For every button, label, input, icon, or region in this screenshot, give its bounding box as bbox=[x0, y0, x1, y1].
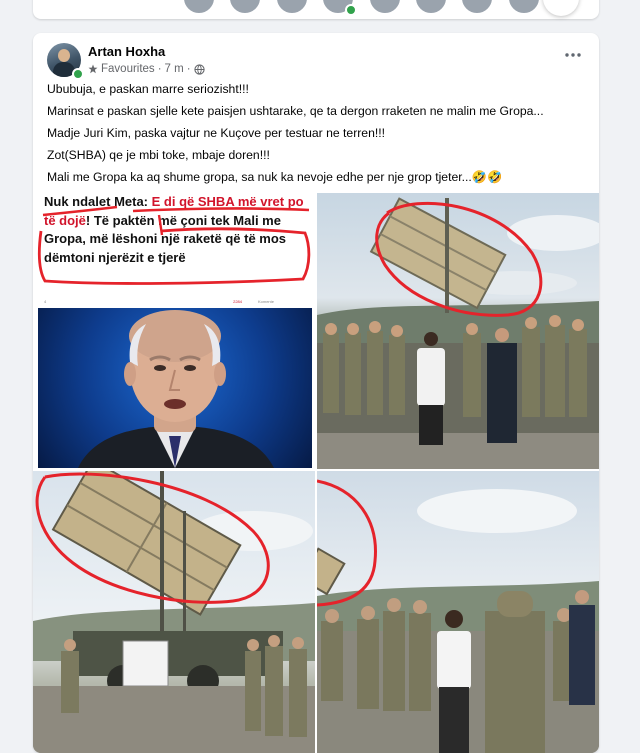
post-body: Ububuja, e paskan marre seriozisht!!! Ma… bbox=[47, 81, 587, 191]
globe-icon bbox=[193, 63, 205, 75]
photo-illustration bbox=[33, 471, 315, 753]
post-time[interactable]: 7 m bbox=[165, 63, 184, 75]
post-paragraph: Madje Juri Kim, paska vajtur ne Kuçove p… bbox=[47, 126, 386, 140]
meta-separator: · bbox=[157, 63, 162, 75]
story-avatar[interactable] bbox=[229, 0, 261, 14]
photo-illustration bbox=[317, 197, 599, 469]
online-indicator bbox=[345, 4, 357, 16]
red-annotation-stroke bbox=[37, 205, 311, 285]
story-avatar[interactable] bbox=[461, 0, 493, 14]
story-avatar[interactable] bbox=[369, 0, 401, 14]
post-paragraph: Mali me Gropa ka aq shume gropa, sa nuk … bbox=[47, 170, 503, 184]
delegation-walking-photo[interactable] bbox=[317, 471, 599, 753]
post-meta: Favourites · 7 m · bbox=[88, 62, 205, 76]
meta-separator: · bbox=[186, 63, 191, 75]
story-avatar[interactable] bbox=[415, 0, 447, 14]
post-author[interactable]: Artan Hoxha bbox=[88, 44, 165, 59]
story-avatar[interactable] bbox=[276, 0, 308, 14]
article-comments: Komente bbox=[257, 299, 274, 304]
stories-next-button[interactable] bbox=[543, 0, 579, 16]
online-indicator bbox=[72, 68, 84, 80]
photo-illustration bbox=[317, 479, 599, 753]
story-avatar[interactable] bbox=[183, 0, 215, 14]
portrait-photo bbox=[38, 308, 312, 468]
article-screenshot-image[interactable]: Nuk ndalet Meta: E di që SHBA më vret po… bbox=[33, 193, 315, 469]
military-group-photo[interactable] bbox=[317, 193, 599, 469]
more-horizontal-icon[interactable] bbox=[561, 47, 585, 63]
story-avatar[interactable] bbox=[508, 0, 540, 14]
launcher-photo[interactable] bbox=[33, 471, 315, 753]
post-paragraph: Marinsat e paskan sjelle kete paisjen us… bbox=[47, 104, 544, 118]
star-icon bbox=[88, 64, 98, 74]
stories-strip bbox=[33, 0, 599, 19]
post-paragraph: Ububuja, e paskan marre seriozisht!!! bbox=[47, 82, 249, 96]
post-image-grid: Nuk ndalet Meta: E di që SHBA më vret po… bbox=[33, 193, 599, 753]
feed-post: Artan Hoxha Favourites · 7 m · Ububuja, … bbox=[33, 33, 599, 753]
post-paragraph: Zot(SHBA) qe je mbi toke, mbaje doren!!! bbox=[47, 148, 270, 162]
audience-label[interactable]: Favourites bbox=[101, 63, 155, 75]
article-likes: 2284 bbox=[233, 299, 242, 304]
article-meta-left: 4 bbox=[44, 299, 47, 304]
